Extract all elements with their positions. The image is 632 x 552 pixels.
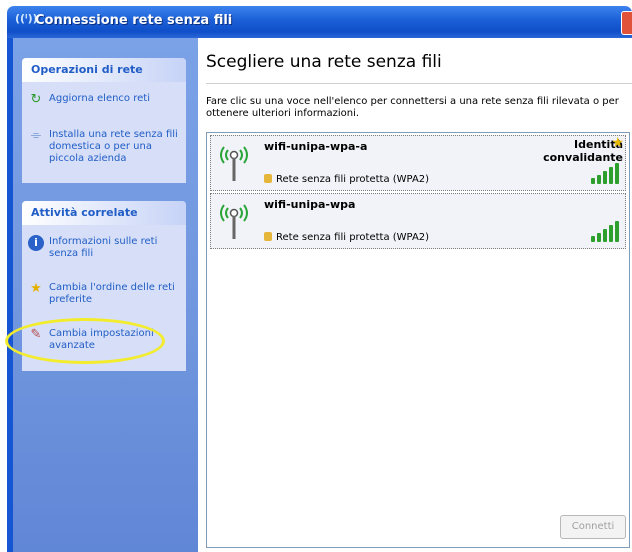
connection-status: Identità convalidante ★ bbox=[543, 135, 624, 164]
preferred-order-link[interactable]: ★ Cambia l'ordine delle reti preferite bbox=[28, 281, 183, 309]
signal-strength-icon bbox=[591, 220, 619, 242]
lock-icon bbox=[264, 232, 272, 241]
star-icon: ★ bbox=[611, 135, 624, 151]
network-ssid: wifi-unipa-wpa-a bbox=[264, 140, 368, 153]
close-button[interactable] bbox=[621, 11, 632, 35]
signal-strength-icon bbox=[591, 162, 619, 184]
setup-wizard-icon: ⌯ bbox=[30, 128, 42, 143]
star-icon: ★ bbox=[30, 281, 42, 296]
highlight-circle bbox=[5, 318, 165, 364]
network-ops-title[interactable]: Operazioni di rete bbox=[22, 58, 186, 82]
divider bbox=[206, 83, 632, 84]
wireless-network-icon bbox=[220, 204, 248, 239]
info-icon: i bbox=[28, 235, 44, 251]
connect-button[interactable]: Connetti bbox=[560, 515, 626, 539]
network-security: Rete senza fili protetta (WPA2) bbox=[264, 232, 429, 243]
refresh-networks-link[interactable]: ↻ Aggiorna elenco reti bbox=[28, 92, 183, 110]
related-tasks-title[interactable]: Attività correlate bbox=[22, 201, 186, 225]
refresh-icon: ↻ bbox=[30, 92, 42, 107]
main-content: Scegliere una rete senza fili Fare clic … bbox=[198, 38, 632, 552]
network-list[interactable]: wifi-unipa-wpa-a Rete senza fili protett… bbox=[206, 132, 630, 548]
page-title: Scegliere una rete senza fili bbox=[206, 52, 442, 72]
network-ops-panel: Operazioni di rete ↻ Aggiorna elenco ret… bbox=[22, 58, 186, 183]
lock-icon bbox=[264, 174, 272, 183]
title-bar[interactable]: ((ᴵ)) Connessione rete senza fili bbox=[7, 6, 632, 38]
network-item[interactable]: wifi-unipa-wpa-a Rete senza fili protett… bbox=[210, 135, 626, 191]
task-sidebar: Operazioni di rete ↻ Aggiorna elenco ret… bbox=[13, 38, 198, 552]
network-item[interactable]: wifi-unipa-wpa Rete senza fili protetta … bbox=[210, 193, 626, 249]
network-info-link[interactable]: i Informazioni sulle reti senza fili bbox=[28, 235, 183, 263]
setup-network-link[interactable]: ⌯ Installa una rete senza fili domestica… bbox=[28, 128, 183, 168]
wireless-network-icon bbox=[220, 146, 248, 181]
instructions-text: Fare clic su una voce nell'elenco per co… bbox=[206, 96, 619, 119]
wireless-network-window: ((ᴵ)) Connessione rete senza fili Operaz… bbox=[0, 0, 632, 552]
window-title: Connessione rete senza fili bbox=[35, 13, 233, 28]
network-security: Rete senza fili protetta (WPA2) bbox=[264, 174, 429, 185]
network-ssid: wifi-unipa-wpa bbox=[264, 198, 356, 211]
